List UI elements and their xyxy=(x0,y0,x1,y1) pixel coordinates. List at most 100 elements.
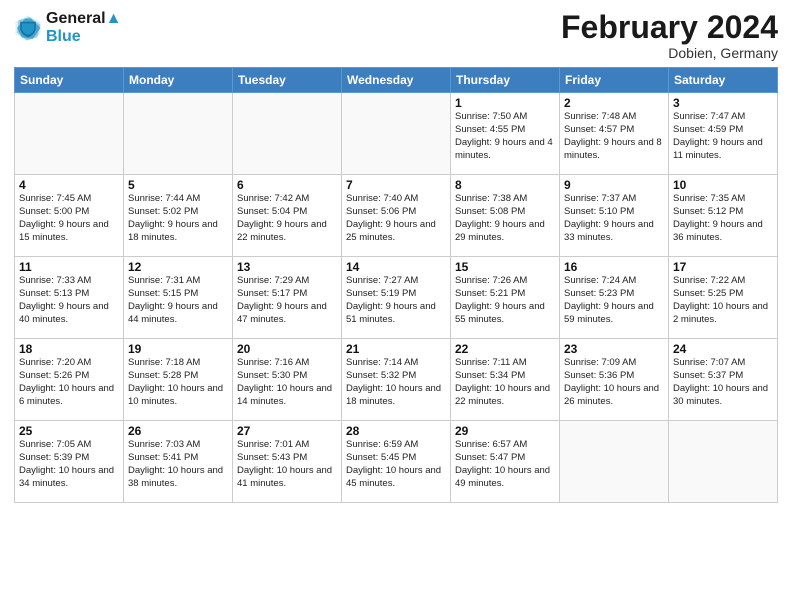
calendar-day-cell xyxy=(233,93,342,175)
logo: General▲ Blue xyxy=(14,10,121,47)
day-number: 12 xyxy=(128,260,228,274)
calendar-day-cell: 5Sunrise: 7:44 AM Sunset: 5:02 PM Daylig… xyxy=(124,175,233,257)
calendar-day-cell: 6Sunrise: 7:42 AM Sunset: 5:04 PM Daylig… xyxy=(233,175,342,257)
day-number: 17 xyxy=(673,260,773,274)
day-number: 8 xyxy=(455,178,555,192)
day-number: 19 xyxy=(128,342,228,356)
day-number: 21 xyxy=(346,342,446,356)
calendar-day-cell: 13Sunrise: 7:29 AM Sunset: 5:17 PM Dayli… xyxy=(233,257,342,339)
calendar-day-cell: 10Sunrise: 7:35 AM Sunset: 5:12 PM Dayli… xyxy=(669,175,778,257)
calendar-col-header: Monday xyxy=(124,68,233,93)
calendar-col-header: Sunday xyxy=(15,68,124,93)
logo-icon xyxy=(14,14,42,42)
calendar-day-cell: 2Sunrise: 7:48 AM Sunset: 4:57 PM Daylig… xyxy=(560,93,669,175)
calendar-header-row: SundayMondayTuesdayWednesdayThursdayFrid… xyxy=(15,68,778,93)
calendar-day-cell: 27Sunrise: 7:01 AM Sunset: 5:43 PM Dayli… xyxy=(233,421,342,503)
calendar: SundayMondayTuesdayWednesdayThursdayFrid… xyxy=(14,67,778,503)
day-number: 2 xyxy=(564,96,664,110)
calendar-day-cell: 17Sunrise: 7:22 AM Sunset: 5:25 PM Dayli… xyxy=(669,257,778,339)
day-info: Sunrise: 7:18 AM Sunset: 5:28 PM Dayligh… xyxy=(128,357,228,408)
calendar-day-cell: 16Sunrise: 7:24 AM Sunset: 5:23 PM Dayli… xyxy=(560,257,669,339)
day-number: 4 xyxy=(19,178,119,192)
day-info: Sunrise: 7:47 AM Sunset: 4:59 PM Dayligh… xyxy=(673,111,773,162)
calendar-day-cell: 28Sunrise: 6:59 AM Sunset: 5:45 PM Dayli… xyxy=(342,421,451,503)
day-number: 7 xyxy=(346,178,446,192)
day-info: Sunrise: 7:29 AM Sunset: 5:17 PM Dayligh… xyxy=(237,275,337,326)
calendar-day-cell: 20Sunrise: 7:16 AM Sunset: 5:30 PM Dayli… xyxy=(233,339,342,421)
calendar-day-cell: 18Sunrise: 7:20 AM Sunset: 5:26 PM Dayli… xyxy=(15,339,124,421)
calendar-day-cell: 4Sunrise: 7:45 AM Sunset: 5:00 PM Daylig… xyxy=(15,175,124,257)
day-info: Sunrise: 6:59 AM Sunset: 5:45 PM Dayligh… xyxy=(346,439,446,490)
day-info: Sunrise: 7:27 AM Sunset: 5:19 PM Dayligh… xyxy=(346,275,446,326)
title-block: February 2024 Dobien, Germany xyxy=(561,10,778,61)
day-number: 14 xyxy=(346,260,446,274)
day-number: 29 xyxy=(455,424,555,438)
calendar-day-cell xyxy=(342,93,451,175)
location: Dobien, Germany xyxy=(561,45,778,61)
calendar-col-header: Friday xyxy=(560,68,669,93)
day-number: 16 xyxy=(564,260,664,274)
day-info: Sunrise: 7:26 AM Sunset: 5:21 PM Dayligh… xyxy=(455,275,555,326)
calendar-day-cell: 3Sunrise: 7:47 AM Sunset: 4:59 PM Daylig… xyxy=(669,93,778,175)
day-info: Sunrise: 7:35 AM Sunset: 5:12 PM Dayligh… xyxy=(673,193,773,244)
day-number: 24 xyxy=(673,342,773,356)
month-year: February 2024 xyxy=(561,10,778,45)
day-info: Sunrise: 6:57 AM Sunset: 5:47 PM Dayligh… xyxy=(455,439,555,490)
calendar-day-cell: 11Sunrise: 7:33 AM Sunset: 5:13 PM Dayli… xyxy=(15,257,124,339)
day-info: Sunrise: 7:50 AM Sunset: 4:55 PM Dayligh… xyxy=(455,111,555,162)
day-info: Sunrise: 7:09 AM Sunset: 5:36 PM Dayligh… xyxy=(564,357,664,408)
calendar-day-cell: 19Sunrise: 7:18 AM Sunset: 5:28 PM Dayli… xyxy=(124,339,233,421)
day-info: Sunrise: 7:33 AM Sunset: 5:13 PM Dayligh… xyxy=(19,275,119,326)
calendar-day-cell xyxy=(560,421,669,503)
calendar-day-cell: 21Sunrise: 7:14 AM Sunset: 5:32 PM Dayli… xyxy=(342,339,451,421)
calendar-day-cell: 29Sunrise: 6:57 AM Sunset: 5:47 PM Dayli… xyxy=(451,421,560,503)
day-number: 3 xyxy=(673,96,773,110)
calendar-week-row: 11Sunrise: 7:33 AM Sunset: 5:13 PM Dayli… xyxy=(15,257,778,339)
day-info: Sunrise: 7:37 AM Sunset: 5:10 PM Dayligh… xyxy=(564,193,664,244)
calendar-day-cell: 23Sunrise: 7:09 AM Sunset: 5:36 PM Dayli… xyxy=(560,339,669,421)
day-info: Sunrise: 7:14 AM Sunset: 5:32 PM Dayligh… xyxy=(346,357,446,408)
day-number: 22 xyxy=(455,342,555,356)
calendar-week-row: 1Sunrise: 7:50 AM Sunset: 4:55 PM Daylig… xyxy=(15,93,778,175)
calendar-day-cell xyxy=(15,93,124,175)
calendar-day-cell: 15Sunrise: 7:26 AM Sunset: 5:21 PM Dayli… xyxy=(451,257,560,339)
day-number: 18 xyxy=(19,342,119,356)
day-number: 11 xyxy=(19,260,119,274)
day-info: Sunrise: 7:20 AM Sunset: 5:26 PM Dayligh… xyxy=(19,357,119,408)
calendar-day-cell: 9Sunrise: 7:37 AM Sunset: 5:10 PM Daylig… xyxy=(560,175,669,257)
day-number: 20 xyxy=(237,342,337,356)
calendar-day-cell: 12Sunrise: 7:31 AM Sunset: 5:15 PM Dayli… xyxy=(124,257,233,339)
calendar-day-cell: 14Sunrise: 7:27 AM Sunset: 5:19 PM Dayli… xyxy=(342,257,451,339)
day-info: Sunrise: 7:16 AM Sunset: 5:30 PM Dayligh… xyxy=(237,357,337,408)
day-number: 27 xyxy=(237,424,337,438)
day-number: 10 xyxy=(673,178,773,192)
calendar-col-header: Tuesday xyxy=(233,68,342,93)
calendar-week-row: 25Sunrise: 7:05 AM Sunset: 5:39 PM Dayli… xyxy=(15,421,778,503)
day-info: Sunrise: 7:07 AM Sunset: 5:37 PM Dayligh… xyxy=(673,357,773,408)
day-number: 5 xyxy=(128,178,228,192)
day-info: Sunrise: 7:01 AM Sunset: 5:43 PM Dayligh… xyxy=(237,439,337,490)
day-info: Sunrise: 7:42 AM Sunset: 5:04 PM Dayligh… xyxy=(237,193,337,244)
calendar-day-cell xyxy=(124,93,233,175)
calendar-day-cell: 26Sunrise: 7:03 AM Sunset: 5:41 PM Dayli… xyxy=(124,421,233,503)
day-info: Sunrise: 7:05 AM Sunset: 5:39 PM Dayligh… xyxy=(19,439,119,490)
calendar-day-cell: 25Sunrise: 7:05 AM Sunset: 5:39 PM Dayli… xyxy=(15,421,124,503)
calendar-day-cell xyxy=(669,421,778,503)
day-info: Sunrise: 7:48 AM Sunset: 4:57 PM Dayligh… xyxy=(564,111,664,162)
calendar-day-cell: 1Sunrise: 7:50 AM Sunset: 4:55 PM Daylig… xyxy=(451,93,560,175)
calendar-col-header: Wednesday xyxy=(342,68,451,93)
calendar-day-cell: 22Sunrise: 7:11 AM Sunset: 5:34 PM Dayli… xyxy=(451,339,560,421)
day-number: 23 xyxy=(564,342,664,356)
calendar-day-cell: 24Sunrise: 7:07 AM Sunset: 5:37 PM Dayli… xyxy=(669,339,778,421)
day-number: 13 xyxy=(237,260,337,274)
day-number: 9 xyxy=(564,178,664,192)
day-info: Sunrise: 7:31 AM Sunset: 5:15 PM Dayligh… xyxy=(128,275,228,326)
calendar-col-header: Thursday xyxy=(451,68,560,93)
day-info: Sunrise: 7:22 AM Sunset: 5:25 PM Dayligh… xyxy=(673,275,773,326)
calendar-col-header: Saturday xyxy=(669,68,778,93)
day-number: 15 xyxy=(455,260,555,274)
day-number: 1 xyxy=(455,96,555,110)
calendar-week-row: 18Sunrise: 7:20 AM Sunset: 5:26 PM Dayli… xyxy=(15,339,778,421)
day-number: 28 xyxy=(346,424,446,438)
day-info: Sunrise: 7:03 AM Sunset: 5:41 PM Dayligh… xyxy=(128,439,228,490)
